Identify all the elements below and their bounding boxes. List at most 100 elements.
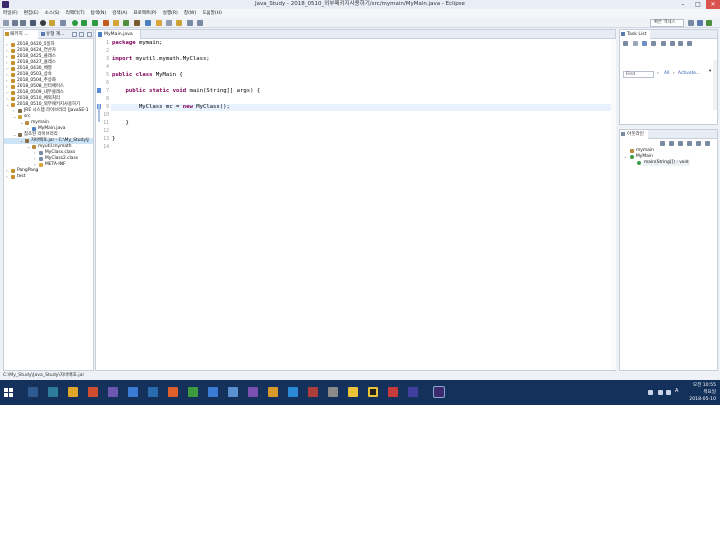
close-button[interactable]: ✕ — [706, 0, 720, 9]
menu-edit[interactable]: 편집(E) — [21, 9, 42, 18]
hide-local-types-icon[interactable] — [696, 141, 701, 146]
scheduled-icon[interactable] — [651, 41, 656, 46]
taskbar-app-icon[interactable] — [348, 387, 358, 397]
code-line[interactable]: import myutil.mymath.MyClass; — [112, 56, 210, 62]
taskbar-app-icon[interactable] — [288, 387, 298, 397]
menu-window[interactable]: 창(W) — [181, 9, 199, 18]
new-task-icon[interactable] — [623, 41, 628, 46]
coverage-icon[interactable] — [81, 20, 87, 26]
editor-tab-mymain[interactable]: MyMain.java — [96, 30, 141, 39]
taskbar-app-icon[interactable] — [248, 387, 258, 397]
java-perspective-icon[interactable] — [706, 20, 712, 26]
new-package-icon[interactable] — [113, 20, 119, 26]
hide-static-icon[interactable] — [678, 141, 683, 146]
search-icon[interactable] — [145, 20, 151, 26]
save-icon[interactable] — [12, 20, 18, 26]
open-type-icon[interactable] — [134, 20, 140, 26]
taskbar-eclipse-icon[interactable] — [433, 386, 445, 398]
taskbar-app-icon[interactable] — [188, 387, 198, 397]
save-all-icon[interactable] — [20, 20, 26, 26]
taskbar-app-icon[interactable] — [208, 387, 218, 397]
minimize-button[interactable]: – — [676, 0, 690, 9]
tray-network-icon[interactable] — [658, 390, 663, 395]
categorized-icon[interactable] — [642, 41, 647, 46]
menu-file[interactable]: 파일(F) — [0, 9, 21, 18]
sync-icon[interactable] — [670, 41, 675, 46]
run-icon[interactable] — [72, 20, 78, 26]
taskbar-app-icon[interactable] — [408, 387, 418, 397]
task-options-icon[interactable]: ▾ — [709, 69, 711, 75]
task-find-input[interactable]: Find — [623, 71, 654, 78]
hide-fields-icon[interactable] — [669, 141, 674, 146]
breakpoint-icon[interactable] — [60, 20, 66, 26]
task-filter-arrow[interactable]: › — [657, 71, 659, 77]
filter-icon[interactable] — [661, 41, 666, 46]
taskbar-app-icon[interactable] — [268, 387, 278, 397]
tray-expand-icon[interactable] — [648, 390, 653, 395]
java-ee-perspective-icon[interactable] — [697, 20, 703, 26]
tab-package-explorer[interactable]: 패키지 ... — [4, 30, 38, 39]
new-class-icon[interactable] — [123, 20, 129, 26]
task-activate-arrow[interactable]: › — [673, 71, 675, 77]
hide-non-public-icon[interactable] — [687, 141, 692, 146]
toggle-mark-icon[interactable] — [166, 20, 172, 26]
collapse-all-icon[interactable] — [678, 41, 683, 46]
taskbar-app-icon[interactable] — [128, 387, 138, 397]
menu-source[interactable]: 소스(S) — [42, 9, 63, 18]
annotation-icon[interactable] — [176, 20, 182, 26]
maximize-button[interactable]: □ — [691, 0, 705, 9]
clock[interactable]: 오전 10:55 목요일 2018-05-10 — [676, 382, 716, 403]
skip-breakpoints-icon[interactable] — [49, 20, 55, 26]
external-tools-icon[interactable] — [92, 20, 98, 26]
link-editor-icon[interactable] — [79, 32, 84, 37]
collapse-all-icon[interactable] — [72, 32, 77, 37]
taskbar-app-icon[interactable] — [68, 387, 78, 397]
taskbar-app-icon[interactable] — [48, 387, 58, 397]
quick-access-field[interactable]: 빠른 액세스 — [650, 19, 684, 27]
terminal-icon[interactable] — [30, 20, 36, 26]
new-java-project-icon[interactable] — [103, 20, 109, 26]
open-perspective-icon[interactable] — [688, 20, 694, 26]
expand-icon[interactable]: › — [6, 174, 8, 180]
task-activate-link[interactable]: Activate... — [678, 71, 700, 77]
taskbar-app-icon[interactable] — [108, 387, 118, 397]
menu-refactor[interactable]: 리팩터(T) — [63, 9, 88, 18]
taskbar-app-icon[interactable] — [388, 387, 398, 397]
code-line[interactable]: } — [112, 136, 115, 142]
sort-icon[interactable] — [660, 141, 665, 146]
editor-scrollbar[interactable] — [611, 39, 616, 370]
outline-item[interactable]: main(String[]) : void — [620, 160, 717, 166]
code-line[interactable]: public class MyMain { — [112, 72, 183, 78]
task-list-scrollbar[interactable] — [713, 60, 717, 110]
open-folder-icon[interactable] — [156, 20, 162, 26]
taskbar-app-icon[interactable] — [328, 387, 338, 397]
taskbar-app-icon[interactable] — [28, 387, 38, 397]
code-line[interactable]: package mymain; — [112, 40, 163, 46]
tab-type-hierarchy[interactable]: 유형 계... — [40, 30, 70, 39]
taskbar-app-icon[interactable] — [228, 387, 238, 397]
code-line[interactable]: } — [112, 120, 128, 126]
view-menu-icon[interactable] — [705, 141, 710, 146]
taskbar-app-icon[interactable] — [308, 387, 318, 397]
tray-volume-icon[interactable] — [666, 390, 671, 395]
code-line[interactable]: public static void main(String[] args) { — [112, 88, 260, 94]
menu-run[interactable]: 실행(R) — [160, 9, 181, 18]
taskbar-app-icon[interactable] — [88, 387, 98, 397]
debug-icon[interactable] — [40, 20, 46, 26]
new-icon[interactable] — [3, 20, 9, 26]
menu-navigate[interactable]: 탐색(N) — [88, 9, 109, 18]
taskbar-app-icon[interactable] — [148, 387, 158, 397]
view-menu-icon[interactable] — [87, 32, 92, 37]
menu-help[interactable]: 도움말(H) — [199, 9, 225, 18]
taskbar-app-icon[interactable] — [368, 387, 378, 397]
menu-search[interactable]: 검색(A) — [109, 9, 130, 18]
forward-icon[interactable] — [197, 20, 203, 26]
tree-item[interactable]: › test — [4, 174, 93, 180]
windows-start-icon[interactable] — [4, 388, 13, 397]
task-filter-all[interactable]: All — [664, 71, 669, 77]
view-menu-icon[interactable] — [687, 41, 692, 46]
back-icon[interactable] — [187, 20, 193, 26]
tab-task-list[interactable]: Task List — [620, 30, 651, 39]
tab-outline[interactable]: 아웃라인 — [620, 130, 648, 139]
focus-icon[interactable] — [633, 41, 638, 46]
